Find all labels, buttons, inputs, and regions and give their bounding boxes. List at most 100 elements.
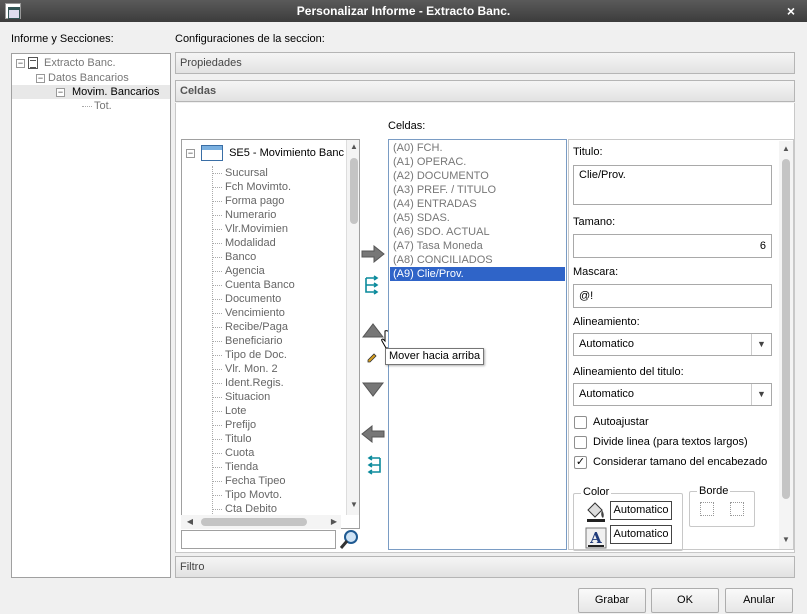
tree-connector xyxy=(212,383,222,384)
fields-root[interactable]: − SE5 - Movimiento Banc xyxy=(186,145,344,161)
chevron-down-icon[interactable]: ▼ xyxy=(751,334,771,355)
tree-connector xyxy=(212,243,222,244)
field-item[interactable]: Vencimiento xyxy=(225,306,285,320)
fields-root-label: SE5 - Movimiento Banc xyxy=(229,146,344,159)
considerar-tamano-checkbox[interactable]: ✓ xyxy=(574,456,587,469)
scroll-right-icon[interactable]: ▶ xyxy=(327,517,341,526)
remove-cell-arrow-icon[interactable] xyxy=(361,424,385,444)
celda-item[interactable]: (A4) ENTRADAS xyxy=(390,197,565,211)
field-item[interactable]: Forma pago xyxy=(225,194,284,208)
field-item[interactable]: Tipo de Doc. xyxy=(225,348,287,362)
fields-vscrollbar[interactable]: ▲ ▼ xyxy=(346,140,359,515)
field-item[interactable]: Banco xyxy=(225,250,256,264)
field-item[interactable]: Tipo Movto. xyxy=(225,488,282,502)
collapse-icon[interactable]: − xyxy=(36,73,45,83)
search-icon[interactable] xyxy=(338,529,360,551)
field-item[interactable]: Cuota xyxy=(225,446,254,460)
field-item[interactable]: Prefijo xyxy=(225,418,256,432)
celda-item[interactable]: (A1) OPERAC. xyxy=(390,155,565,169)
tamano-input[interactable]: 6 xyxy=(573,234,772,258)
add-cell-arrow-icon[interactable] xyxy=(361,244,385,264)
scroll-thumb[interactable] xyxy=(201,518,307,526)
field-item[interactable]: Agencia xyxy=(225,264,265,278)
collapse-icon[interactable]: − xyxy=(56,87,65,97)
divide-linea-checkbox[interactable] xyxy=(574,436,587,449)
field-item[interactable]: Vlr.Movimien xyxy=(225,222,288,236)
sections-tree[interactable]: − Extracto Banc. − Datos Bancarios − Movim.… xyxy=(11,53,171,578)
grabar-button[interactable]: Grabar xyxy=(578,588,646,613)
celda-item[interactable]: (A9) Clie/Prov. xyxy=(390,267,565,281)
edit-pencil-icon[interactable] xyxy=(367,353,377,363)
field-item[interactable]: Documento xyxy=(225,292,281,306)
scroll-up-icon[interactable]: ▲ xyxy=(779,144,793,153)
field-item[interactable]: Vlr. Mon. 2 xyxy=(225,362,278,376)
fields-search-input[interactable] xyxy=(181,530,336,549)
field-item[interactable]: Sucursal xyxy=(225,166,268,180)
field-item[interactable]: Beneficiario xyxy=(225,334,282,348)
field-item[interactable]: Cta Debito xyxy=(225,502,277,516)
section-propiedades[interactable]: Propiedades xyxy=(175,52,795,74)
text-color-icon[interactable]: A xyxy=(585,527,607,549)
sections-label: Informe y Secciones: xyxy=(11,33,114,45)
celda-item[interactable]: (A6) SDO. ACTUAL xyxy=(390,225,565,239)
props-vscrollbar[interactable]: ▲ ▼ xyxy=(779,141,793,549)
celda-item[interactable]: (A7) Tasa Moneda xyxy=(390,239,565,253)
tree-connector xyxy=(212,341,222,342)
celda-item[interactable]: (A8) CONCILIADOS xyxy=(390,253,565,267)
tree-node-movim-bancarios[interactable]: − Movim. Bancarios xyxy=(12,85,170,99)
celda-item[interactable]: (A2) DOCUMENTO xyxy=(390,169,565,183)
tree-node-extracto[interactable]: − Extracto Banc. xyxy=(16,56,116,70)
scroll-left-icon[interactable]: ◀ xyxy=(183,517,197,526)
celda-item[interactable]: (A5) SDAS. xyxy=(390,211,565,225)
field-item[interactable]: Numerario xyxy=(225,208,276,222)
field-item[interactable]: Fch Movimto. xyxy=(225,180,291,194)
mascara-input[interactable]: @! xyxy=(573,284,772,308)
tree-node-datos-bancarios[interactable]: − Datos Bancarios xyxy=(36,71,129,85)
fields-tree[interactable]: − SE5 - Movimiento Banc Sucursal Fch Movi… xyxy=(181,139,360,529)
document-icon xyxy=(28,57,38,70)
close-icon[interactable]: × xyxy=(783,0,799,22)
border-outer-icon[interactable] xyxy=(730,502,744,516)
field-item[interactable]: Ident.Regis. xyxy=(225,376,284,390)
celda-item[interactable]: (A0) FCH. xyxy=(390,141,565,155)
celda-item[interactable]: (A3) PREF. / TITULO xyxy=(390,183,565,197)
remove-all-cells-icon[interactable] xyxy=(365,455,381,475)
alineamiento-select[interactable]: Automatico ▼ xyxy=(573,333,772,356)
collapse-icon[interactable]: − xyxy=(186,148,195,158)
field-item[interactable]: Recibe/Paga xyxy=(225,320,288,334)
autoajustar-checkbox[interactable] xyxy=(574,416,587,429)
add-all-cells-icon[interactable] xyxy=(365,275,381,295)
alin-titulo-select[interactable]: Automatico ▼ xyxy=(573,383,772,406)
tree-connector xyxy=(212,355,222,356)
field-item[interactable]: Fecha Tipeo xyxy=(225,474,286,488)
app-icon xyxy=(5,3,21,19)
chevron-down-icon[interactable]: ▼ xyxy=(751,384,771,405)
move-down-icon[interactable] xyxy=(361,382,385,398)
collapse-icon[interactable]: − xyxy=(16,58,25,68)
border-all-icon[interactable] xyxy=(700,502,714,516)
ok-button[interactable]: OK xyxy=(651,588,719,613)
section-filtro[interactable]: Filtro xyxy=(175,556,795,578)
scroll-thumb[interactable] xyxy=(350,158,358,224)
fill-color-icon[interactable] xyxy=(585,500,607,522)
field-item[interactable]: Titulo xyxy=(225,432,252,446)
tree-node-tot[interactable]: Tot. xyxy=(82,99,112,113)
text-color-button[interactable]: Automatico xyxy=(610,525,672,544)
scroll-down-icon[interactable]: ▼ xyxy=(779,535,793,544)
scroll-up-icon[interactable]: ▲ xyxy=(347,142,359,151)
field-item[interactable]: Tienda xyxy=(225,460,258,474)
field-item[interactable]: Cuenta Banco xyxy=(225,278,295,292)
fill-color-button[interactable]: Automatico xyxy=(610,501,672,520)
anular-button[interactable]: Anular xyxy=(725,588,793,613)
titulo-input[interactable]: Clie/Prov. xyxy=(573,165,772,205)
field-item[interactable]: Modalidad xyxy=(225,236,276,250)
scroll-down-icon[interactable]: ▼ xyxy=(347,500,359,509)
fields-hscrollbar[interactable]: ◀ ▶ xyxy=(181,515,341,529)
celdas-label: Celdas: xyxy=(388,120,426,132)
field-item[interactable]: Situacion xyxy=(225,390,270,404)
field-item[interactable]: Lote xyxy=(225,404,246,418)
section-celdas[interactable]: Celdas xyxy=(175,80,795,102)
scroll-thumb[interactable] xyxy=(782,159,790,499)
tree-connector xyxy=(212,229,222,230)
celdas-list[interactable]: (A0) FCH. (A1) OPERAC. (A2) DOCUMENTO (A3) … xyxy=(388,139,567,550)
